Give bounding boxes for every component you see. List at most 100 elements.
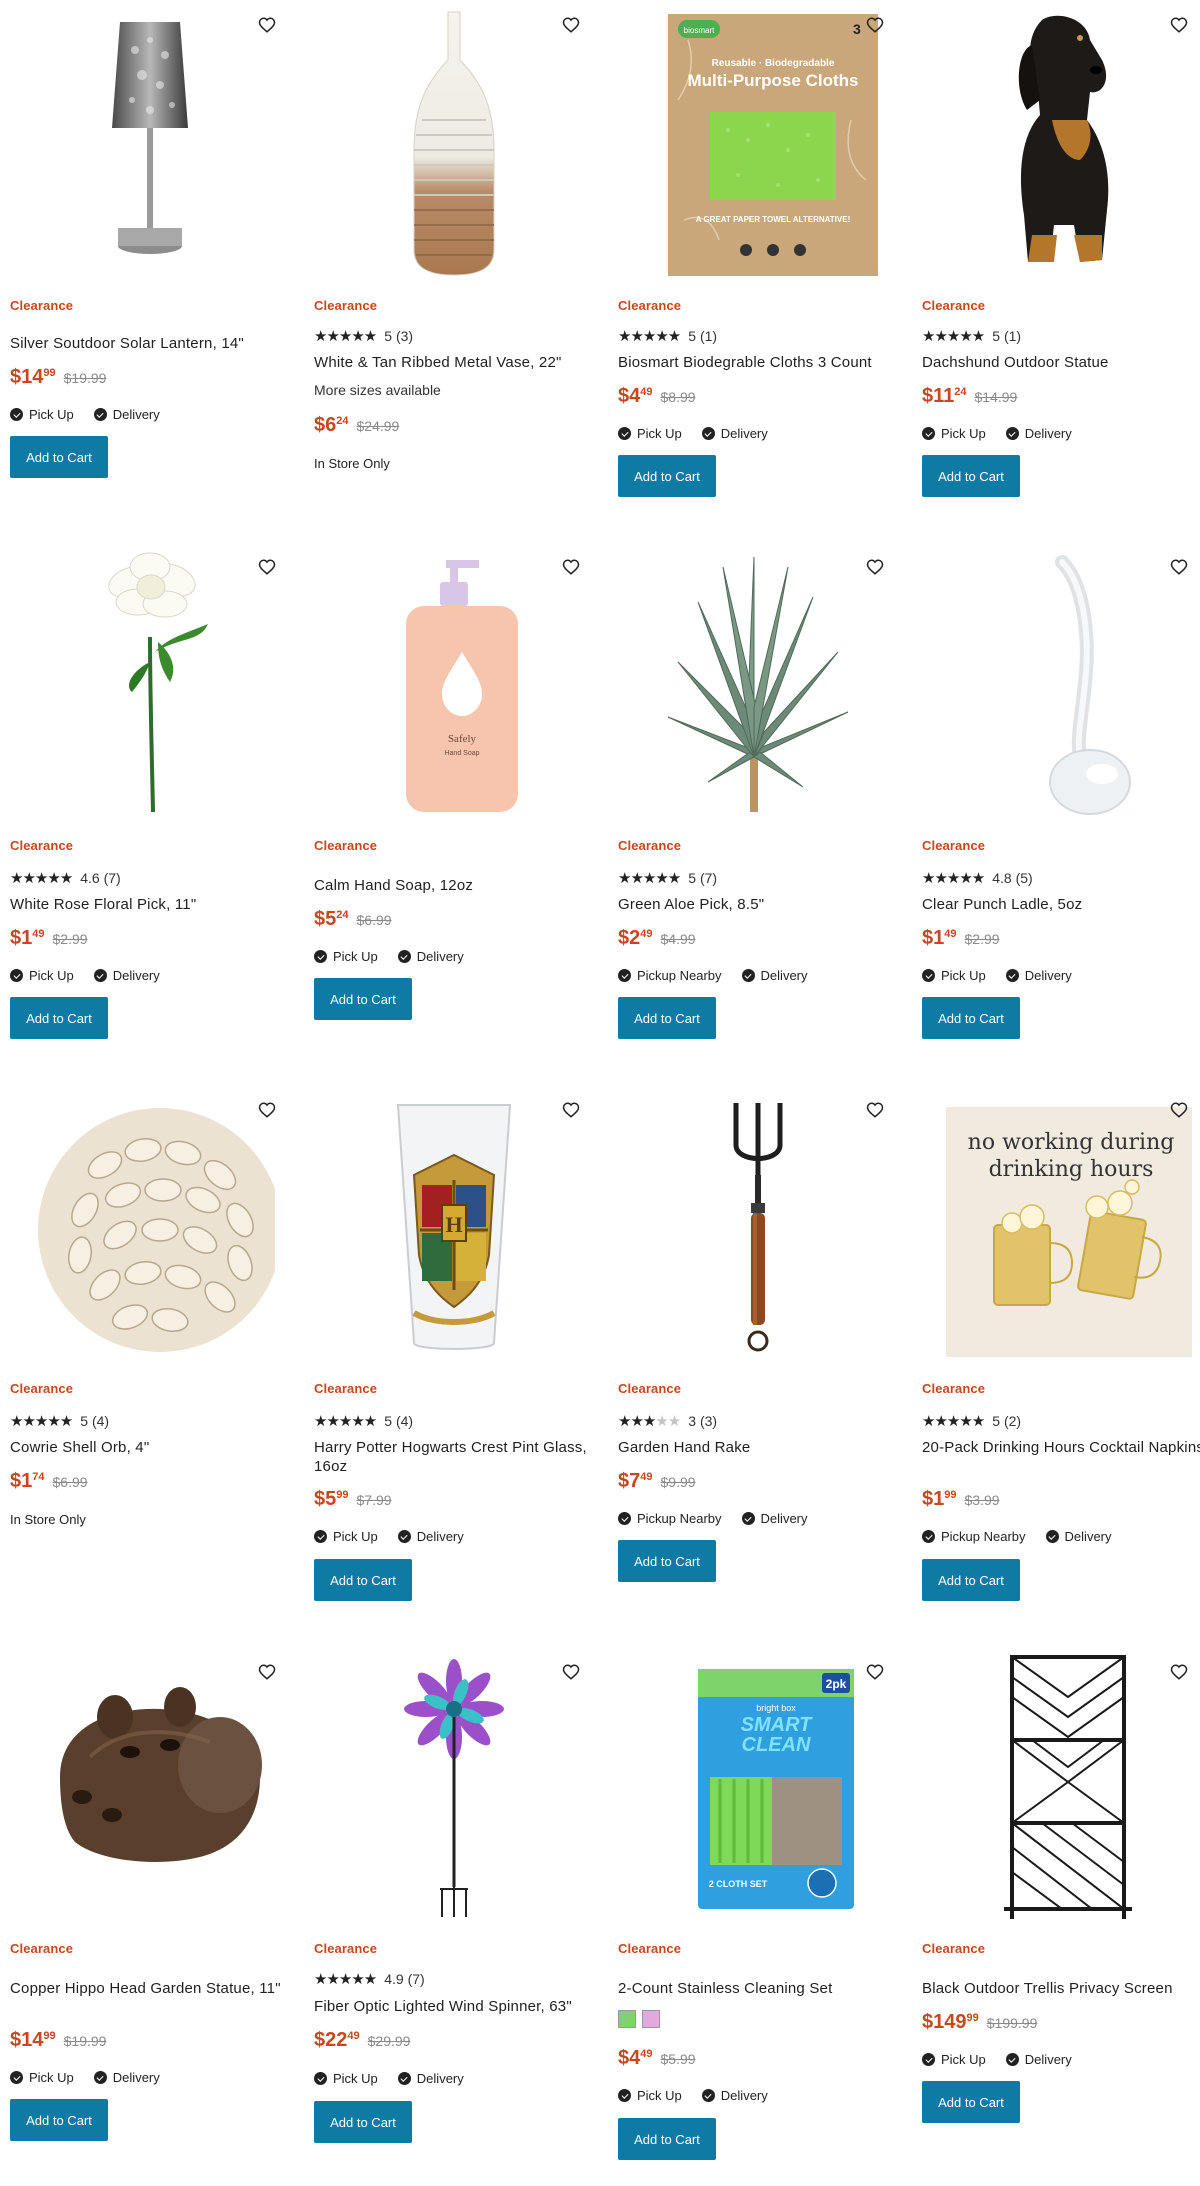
more-sizes-label[interactable]: More sizes available [314, 382, 441, 398]
product-card[interactable]: no working during drinking hours Clearan… [912, 1085, 1200, 1645]
heart-icon[interactable] [562, 558, 580, 576]
product-card[interactable]: Safely Hand Soap Clearance Calm Hand Soa… [304, 542, 608, 1082]
product-card[interactable]: Clearance Silver Soutdoor Solar Lantern,… [0, 0, 304, 540]
heart-icon[interactable] [258, 1663, 276, 1681]
add-to-cart-button[interactable]: Add to Cart [618, 455, 716, 497]
heart-icon[interactable] [562, 16, 580, 34]
product-image-smart-clean[interactable]: 2pk bright box SMART CLEAN 2 CLOTH SET [618, 1647, 898, 1927]
swatch-pink[interactable] [642, 2010, 660, 2028]
rating[interactable]: ★★★★★ 5 (1) [922, 327, 1021, 345]
product-card[interactable]: Clearance ★★★★★ 3 (3) Garden Hand Rake $7… [608, 1085, 912, 1645]
product-card[interactable]: Clearance Copper Hippo Head Garden Statu… [0, 1647, 304, 2186]
rating[interactable]: ★★★★★ 5 (3) [314, 327, 413, 345]
product-image-wind-spinner[interactable] [314, 1647, 594, 1927]
product-card[interactable]: Clearance ★★★★★ 5 (4) Cowrie Shell Orb, 4… [0, 1085, 304, 1645]
heart-icon[interactable] [1170, 1101, 1188, 1119]
product-image-dachshund-statue[interactable] [922, 0, 1200, 280]
product-title[interactable]: Dachshund Outdoor Statue [922, 353, 1200, 372]
add-to-cart-button[interactable]: Add to Cart [618, 2118, 716, 2160]
add-to-cart-button[interactable]: Add to Cart [314, 2101, 412, 2143]
product-title[interactable]: Cowrie Shell Orb, 4" [10, 1438, 300, 1457]
product-card[interactable]: H Clearance ★★★★★ 5 (4) Harry Potter Hogw… [304, 1085, 608, 1645]
product-title[interactable]: White & Tan Ribbed Metal Vase, 22" [314, 353, 604, 372]
add-to-cart-button[interactable]: Add to Cart [618, 1540, 716, 1582]
product-card[interactable]: Clearance ★★★★★ 5 (3) White & Tan Ribbed … [304, 0, 608, 540]
add-to-cart-button[interactable]: Add to Cart [922, 455, 1020, 497]
svg-text:Safely: Safely [448, 733, 477, 745]
pickup-option: Pick Up [314, 1529, 378, 1544]
product-image-biosmart-cloths[interactable]: biosmart 3 Reusable · Biodegradable Mult… [618, 0, 898, 280]
clearance-tag: Clearance [314, 1941, 378, 1956]
rating[interactable]: ★★★★★ 5 (7) [618, 869, 717, 887]
rating[interactable]: ★★★★★ 5 (4) [10, 1412, 109, 1430]
heart-icon[interactable] [1170, 1663, 1188, 1681]
price: $22 49 $29.99 [314, 2029, 410, 2051]
heart-icon[interactable] [562, 1101, 580, 1119]
product-card[interactable]: Clearance ★★★★★ 4.6 (7) White Rose Floral… [0, 542, 304, 1082]
add-to-cart-button[interactable]: Add to Cart [314, 978, 412, 1020]
product-image-cowrie-orb[interactable] [10, 1085, 290, 1365]
add-to-cart-button[interactable]: Add to Cart [922, 1559, 1020, 1601]
product-image-trellis-screen[interactable] [922, 1647, 1200, 1927]
product-card[interactable]: 2pk bright box SMART CLEAN 2 CLOTH SET C… [608, 1647, 912, 2186]
rating[interactable]: ★★★★★ 4.6 (7) [10, 869, 121, 887]
product-title[interactable]: Biosmart Biodegrable Cloths 3 Count [618, 353, 908, 372]
add-to-cart-button[interactable]: Add to Cart [618, 997, 716, 1039]
price-cents: 24 [336, 909, 349, 921]
product-title[interactable]: Copper Hippo Head Garden Statue, 11" [10, 1979, 300, 1998]
product-title[interactable]: 20-Pack Drinking Hours Cocktail Napkins [922, 1438, 1200, 1457]
product-image-hogwarts-glass[interactable]: H [314, 1085, 594, 1365]
product-image-hand-soap[interactable]: Safely Hand Soap [314, 542, 594, 822]
rating[interactable]: ★★★★★ 5 (2) [922, 1412, 1021, 1430]
swatch-green[interactable] [618, 2010, 636, 2028]
heart-icon[interactable] [1170, 16, 1188, 34]
heart-icon[interactable] [866, 1663, 884, 1681]
product-card[interactable]: Clearance Black Outdoor Trellis Privacy … [912, 1647, 1200, 2186]
product-title[interactable]: Calm Hand Soap, 12oz [314, 876, 604, 895]
product-card[interactable]: biosmart 3 Reusable · Biodegradable Mult… [608, 0, 912, 540]
price-dollars: $1 [10, 1470, 33, 1492]
product-title[interactable]: 2-Count Stainless Cleaning Set [618, 1979, 908, 1998]
product-card[interactable]: Clearance ★★★★★ 4.9 (7) Fiber Optic Light… [304, 1647, 608, 2186]
product-image-solar-lantern[interactable] [10, 0, 290, 280]
heart-icon[interactable] [258, 16, 276, 34]
rating[interactable]: ★★★★★ 3 (3) [618, 1412, 717, 1430]
product-image-cocktail-napkins[interactable]: no working during drinking hours [922, 1085, 1200, 1365]
rating[interactable]: ★★★★★ 4.9 (7) [314, 1970, 425, 1988]
product-title[interactable]: Silver Soutdoor Solar Lantern, 14" [10, 334, 300, 353]
rating[interactable]: ★★★★★ 4.8 (5) [922, 869, 1033, 887]
product-title[interactable]: Garden Hand Rake [618, 1438, 908, 1457]
heart-icon[interactable] [1170, 558, 1188, 576]
price-cents: 99 [944, 1489, 957, 1501]
heart-icon[interactable] [866, 558, 884, 576]
product-card[interactable]: Clearance ★★★★★ 5 (7) Green Aloe Pick, 8.… [608, 542, 912, 1082]
add-to-cart-button[interactable]: Add to Cart [922, 997, 1020, 1039]
add-to-cart-button[interactable]: Add to Cart [10, 997, 108, 1039]
product-title[interactable]: Clear Punch Ladle, 5oz [922, 895, 1200, 914]
add-to-cart-button[interactable]: Add to Cart [314, 1559, 412, 1601]
delivery-option: Delivery [93, 968, 160, 983]
heart-icon[interactable] [562, 1663, 580, 1681]
heart-icon[interactable] [258, 558, 276, 576]
add-to-cart-button[interactable]: Add to Cart [10, 436, 108, 478]
product-image-punch-ladle[interactable] [922, 542, 1200, 822]
heart-icon[interactable] [866, 1101, 884, 1119]
product-title[interactable]: Black Outdoor Trellis Privacy Screen [922, 1979, 1200, 1998]
product-title[interactable]: Harry Potter Hogwarts Crest Pint Glass, … [314, 1438, 604, 1476]
heart-icon[interactable] [258, 1101, 276, 1119]
product-image-hippo-statue[interactable] [10, 1647, 290, 1927]
product-card[interactable]: Clearance ★★★★★ 5 (1) Dachshund Outdoor S… [912, 0, 1200, 540]
product-title[interactable]: Green Aloe Pick, 8.5" [618, 895, 908, 914]
product-image-ribbed-vase[interactable] [314, 0, 594, 280]
product-image-garden-rake[interactable] [618, 1085, 898, 1365]
product-image-white-rose[interactable] [10, 542, 290, 822]
product-card[interactable]: Clearance ★★★★★ 4.8 (5) Clear Punch Ladle… [912, 542, 1200, 1082]
add-to-cart-button[interactable]: Add to Cart [10, 2099, 108, 2141]
product-title[interactable]: White Rose Floral Pick, 11" [10, 895, 300, 914]
product-title[interactable]: Fiber Optic Lighted Wind Spinner, 63" [314, 1997, 604, 2016]
rating[interactable]: ★★★★★ 5 (4) [314, 1412, 413, 1430]
heart-icon[interactable] [866, 16, 884, 34]
rating[interactable]: ★★★★★ 5 (1) [618, 327, 717, 345]
product-image-aloe-pick[interactable] [618, 542, 898, 822]
add-to-cart-button[interactable]: Add to Cart [922, 2081, 1020, 2123]
